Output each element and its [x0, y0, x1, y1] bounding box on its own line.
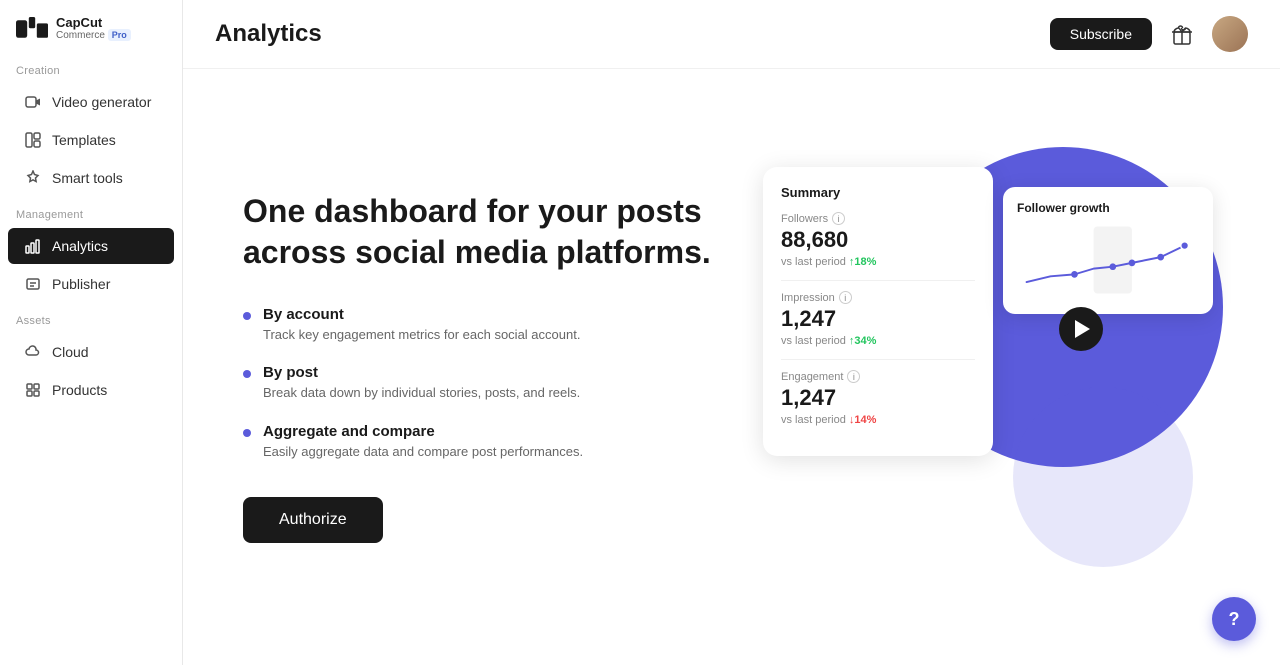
followers-label: Followers i: [781, 212, 975, 225]
sidebar-item-publisher-label: Publisher: [52, 276, 110, 292]
sidebar-item-video-generator[interactable]: Video generator: [8, 84, 174, 120]
templates-icon: [24, 131, 42, 149]
sidebar: CapCut Commerce Pro Creation Video gener…: [0, 0, 183, 665]
smart-tools-icon: [24, 169, 42, 187]
logo-icon: [16, 17, 48, 41]
logo-subtitle: Commerce Pro: [56, 30, 131, 41]
feature-content: By account Track key engagement metrics …: [263, 306, 580, 345]
followers-value: 88,680: [781, 227, 975, 253]
feature-description: Break data down by individual stories, p…: [263, 383, 580, 403]
list-item: Aggregate and compare Easily aggregate d…: [243, 423, 763, 462]
avatar: [1212, 16, 1248, 52]
engagement-info-icon[interactable]: i: [847, 370, 860, 383]
logo: CapCut Commerce Pro: [0, 0, 182, 53]
sidebar-item-video-generator-label: Video generator: [52, 94, 151, 110]
sidebar-item-templates[interactable]: Templates: [8, 122, 174, 158]
sidebar-item-cloud-label: Cloud: [52, 344, 89, 360]
creation-section-label: Creation: [0, 53, 182, 83]
management-section-label: Management: [0, 197, 182, 227]
impression-change: vs last period ↑34%: [781, 335, 975, 347]
feature-content: Aggregate and compare Easily aggregate d…: [263, 423, 583, 462]
gift-icon: [1171, 23, 1193, 45]
impression-info-icon[interactable]: i: [839, 291, 852, 304]
hero-title: One dashboard for your posts across soci…: [243, 191, 763, 274]
content-area: One dashboard for your posts across soci…: [183, 69, 1280, 665]
feature-title: Aggregate and compare: [263, 423, 583, 440]
sidebar-item-cloud[interactable]: Cloud: [8, 334, 174, 370]
list-item: By post Break data down by individual st…: [243, 364, 763, 403]
sidebar-item-smart-tools[interactable]: Smart tools: [8, 160, 174, 196]
sidebar-item-analytics-label: Analytics: [52, 238, 108, 254]
sidebar-item-products[interactable]: Products: [8, 372, 174, 408]
authorize-button[interactable]: Authorize: [243, 497, 383, 543]
light-circle-decoration: [1013, 387, 1193, 567]
feature-description: Track key engagement metrics for each so…: [263, 325, 580, 345]
cloud-icon: [24, 343, 42, 361]
feature-title: By account: [263, 306, 580, 323]
products-icon: [24, 381, 42, 399]
video-generator-icon: [24, 93, 42, 111]
summary-card: Summary Followers i 88,680 vs last perio…: [763, 167, 993, 456]
impression-value: 1,247: [781, 306, 975, 332]
subscribe-button[interactable]: Subscribe: [1050, 18, 1152, 50]
engagement-value: 1,247: [781, 385, 975, 411]
topbar: Analytics Subscribe: [183, 0, 1280, 69]
feature-dot: [243, 429, 251, 437]
feature-dot: [243, 370, 251, 378]
logo-title: CapCut: [56, 16, 131, 30]
feature-dot: [243, 312, 251, 320]
growth-chart: [1017, 225, 1199, 295]
page-title: Analytics: [215, 20, 322, 48]
feature-title: By post: [263, 364, 580, 381]
avatar-button[interactable]: [1212, 16, 1248, 52]
gift-icon-button[interactable]: [1164, 16, 1200, 52]
right-panel: Summary Followers i 88,680 vs last perio…: [763, 127, 1203, 607]
sidebar-item-analytics[interactable]: Analytics: [8, 228, 174, 264]
play-arrow-icon: [1075, 320, 1090, 338]
help-button[interactable]: ?: [1212, 597, 1256, 641]
impression-label: Impression i: [781, 291, 975, 304]
engagement-change: vs last period ↓14%: [781, 414, 975, 426]
engagement-label: Engagement i: [781, 370, 975, 383]
sidebar-item-publisher[interactable]: Publisher: [8, 266, 174, 302]
feature-content: By post Break data down by individual st…: [263, 364, 580, 403]
main-content: Analytics Subscribe One dashboard for yo…: [183, 0, 1280, 665]
divider: [781, 280, 975, 281]
followers-info-icon[interactable]: i: [832, 212, 845, 225]
publisher-icon: [24, 275, 42, 293]
sidebar-item-templates-label: Templates: [52, 132, 116, 148]
assets-section-label: Assets: [0, 303, 182, 333]
followers-change: vs last period ↑18%: [781, 256, 975, 268]
play-button[interactable]: [1059, 307, 1103, 351]
follower-growth-card: Follower growth: [1003, 187, 1213, 314]
growth-card-title: Follower growth: [1017, 201, 1199, 215]
summary-title: Summary: [781, 185, 975, 200]
topbar-actions: Subscribe: [1050, 16, 1248, 52]
left-panel: One dashboard for your posts across soci…: [243, 191, 763, 544]
feature-list: By account Track key engagement metrics …: [243, 306, 763, 462]
analytics-icon: [24, 237, 42, 255]
feature-description: Easily aggregate data and compare post p…: [263, 442, 583, 462]
sidebar-item-products-label: Products: [52, 382, 107, 398]
list-item: By account Track key engagement metrics …: [243, 306, 763, 345]
divider: [781, 359, 975, 360]
sidebar-item-smart-tools-label: Smart tools: [52, 170, 123, 186]
